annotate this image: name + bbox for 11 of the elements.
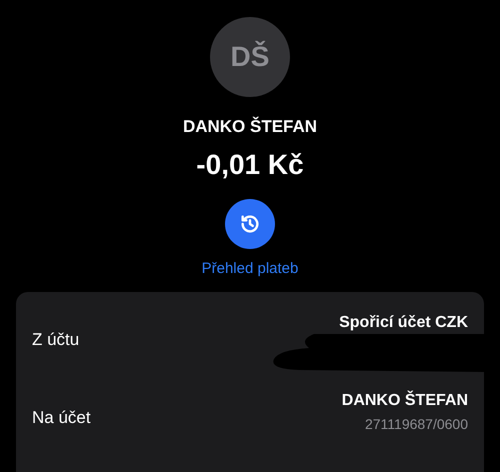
avatar: DŠ — [210, 17, 290, 97]
payment-history-link[interactable]: Přehled plateb — [202, 260, 298, 277]
contact-name: DANKO ŠTEFAN — [182, 117, 318, 137]
history-button[interactable] — [225, 199, 275, 249]
history-icon — [239, 213, 261, 235]
detail-value: DANKO ŠTEFAN — [342, 392, 468, 410]
detail-value: Spořicí účet CZK — [339, 314, 468, 332]
account-number: 271119687/0600 — [364, 416, 468, 432]
detail-label: Na účet — [32, 408, 91, 428]
detail-label: Z účtu — [32, 330, 80, 350]
amount: -0,01 Kč — [196, 149, 304, 181]
